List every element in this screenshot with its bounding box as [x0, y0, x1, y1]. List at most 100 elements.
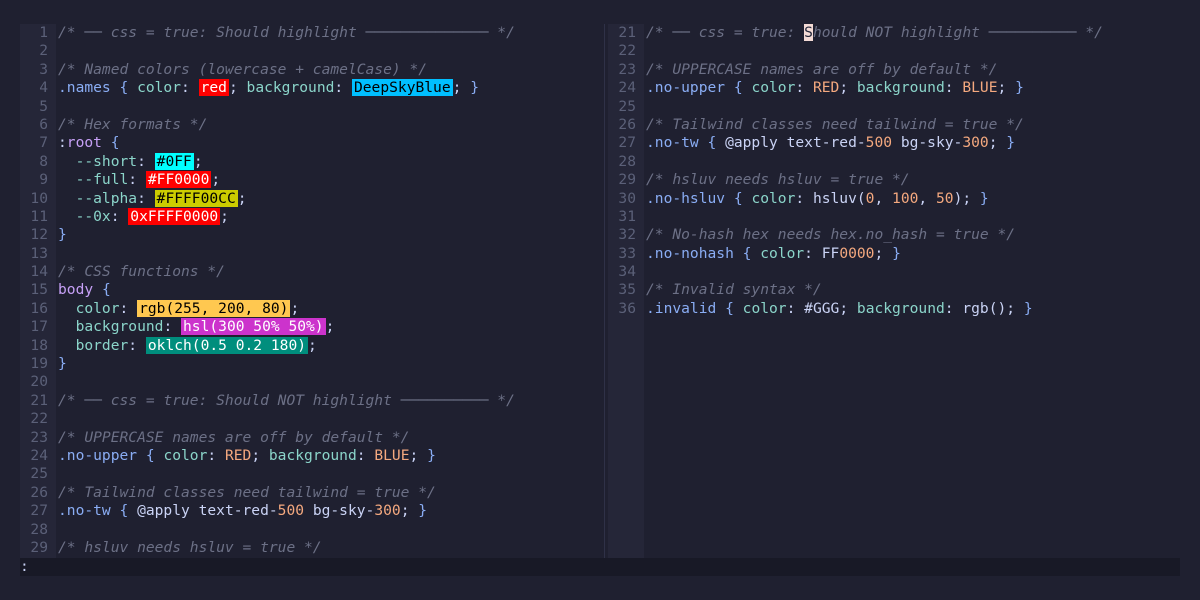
code-line[interactable]: 24 .no-upper { color: RED; background: BL… [20, 447, 604, 465]
code-line[interactable]: 29 /* hsluv needs hsluv = true */ [20, 539, 604, 557]
code-line[interactable]: 20 [20, 373, 604, 391]
command-line[interactable]: : [20, 558, 1180, 576]
code-token: ; [452, 79, 471, 97]
code-line[interactable]: 28 [608, 153, 1180, 171]
line-number: 24 [30, 446, 48, 464]
code-token: } [470, 79, 480, 97]
code-line[interactable]: 31 [608, 208, 1180, 226]
left-code-lines[interactable]: 1 /* ── css = true: Should highlight ────… [20, 24, 604, 557]
code-token: background [246, 79, 335, 97]
code-token: /* No-hash hex needs hex.no_hash = true … [646, 226, 1016, 244]
code-line[interactable]: 21 /* ── css = true: Should NOT highlight… [608, 24, 1180, 42]
code-line[interactable]: 33 .no-nohash { color: FF0000; } [608, 245, 1180, 263]
code-line[interactable]: 18 border: oklch(0.5 0.2 180); [20, 336, 604, 355]
code-line[interactable]: 13 [20, 245, 604, 263]
code-line[interactable]: 14 /* CSS functions */ [20, 263, 604, 281]
code-line[interactable]: 5 [20, 98, 604, 116]
code-line[interactable]: 12} [20, 226, 604, 244]
code-token: /* Invalid syntax */ [646, 281, 822, 299]
code-text: /* hsluv needs hsluv = true */ [646, 171, 910, 188]
code-token: , [918, 189, 936, 207]
code-text: /* Hex formats */ [58, 116, 207, 133]
code-token: ; [220, 207, 229, 225]
code-text: .invalid { color: #GGG; background: rgb(… [646, 300, 1033, 317]
code-text: .no-hsluv { color: hsluv(0, 100, 50); } [646, 190, 989, 207]
code-line[interactable]: 30 .no-hsluv { color: hsluv(0, 100, 50); … [608, 190, 1180, 208]
code-line[interactable]: 23 /* UPPERCASE names are off by default … [20, 429, 604, 447]
code-line[interactable]: 25 [20, 465, 604, 483]
code-token: { [110, 502, 138, 520]
code-token: { [716, 299, 743, 317]
code-token: bg-sky- [892, 134, 963, 152]
code-line[interactable]: 24 .no-upper { color: RED; background: BL… [608, 79, 1180, 97]
code-token: 300 [374, 502, 401, 520]
code-line[interactable]: 6 /* Hex formats */ [20, 116, 604, 134]
code-token: } [892, 244, 901, 262]
editor[interactable]: 1 /* ── css = true: Should highlight ────… [20, 24, 1180, 576]
code-token: ; [237, 189, 247, 207]
code-line[interactable]: 17 background: hsl(300 50% 50%); [20, 318, 604, 336]
code-line[interactable]: 36 .invalid { color: #GGG; background: rg… [608, 300, 1180, 318]
code-line[interactable]: 32 /* No-hash hex needs hex.no_hash = tru… [608, 226, 1180, 244]
color-swatch-highlight: #FF0000 [145, 171, 212, 189]
line-number: 29 [618, 171, 636, 189]
code-line[interactable]: 21 /* ── css = true: Should NOT highlight… [20, 392, 604, 410]
code-line[interactable]: 15 body { [20, 281, 604, 299]
code-token: .no-tw [58, 502, 111, 520]
left-split-pane[interactable]: 1 /* ── css = true: Should highlight ────… [20, 24, 604, 558]
code-line[interactable]: 25 [608, 98, 1180, 116]
code-token: : [334, 79, 352, 97]
code-line[interactable]: 7:root { [20, 134, 604, 152]
code-token: /* CSS functions */ [58, 263, 225, 281]
code-line[interactable]: 4 .names { color: red; background: DeepSk… [20, 79, 604, 97]
code-text: /* Tailwind classes need tailwind = true… [646, 116, 1024, 133]
code-token: color [742, 299, 787, 317]
code-token: --0x [58, 207, 111, 225]
code-line[interactable]: 9 --full: #FF0000; [20, 171, 604, 189]
right-code-lines[interactable]: 21 /* ── css = true: Should NOT highlight… [608, 24, 1180, 318]
code-line[interactable]: 10 --alpha: #FFFF00CC; [20, 189, 604, 208]
code-token: 500 [865, 134, 893, 152]
code-line[interactable]: 3 /* Named colors (lowercase + camelCase)… [20, 61, 604, 79]
code-line[interactable]: 11 --0x: 0xFFFF0000; [20, 207, 604, 226]
code-line[interactable]: 2 [20, 42, 604, 60]
code-line[interactable]: 22 [20, 410, 604, 428]
vertical-split-divider[interactable] [604, 24, 605, 558]
code-token: color [137, 79, 182, 97]
code-line[interactable]: 26 /* Tailwind classes need tailwind = tr… [608, 116, 1180, 134]
code-line[interactable]: 27 .no-tw { @apply text-red-500 bg-sky-30… [608, 134, 1180, 152]
code-token: color [751, 79, 796, 97]
code-token: ; [400, 502, 419, 520]
line-number: 21 [30, 391, 48, 409]
code-line[interactable]: 16 color: rgb(255, 200, 80); [20, 299, 604, 318]
code-line[interactable]: 29 /* hsluv needs hsluv = true */ [608, 171, 1180, 189]
code-line[interactable]: 22 [608, 42, 1180, 60]
code-token: --alpha [58, 189, 138, 207]
code-token: BLUE [962, 79, 998, 97]
code-line[interactable]: 34 [608, 263, 1180, 281]
code-token: } [979, 189, 989, 207]
right-split-pane[interactable]: 21 /* ── css = true: Should NOT highlight… [608, 24, 1180, 558]
code-token: : [786, 299, 805, 317]
code-line[interactable]: 8 --short: #0FF; [20, 152, 604, 171]
code-token: background [856, 79, 945, 97]
code-line[interactable]: 19} [20, 355, 604, 373]
code-line[interactable]: 35 /* Invalid syntax */ [608, 281, 1180, 299]
line-number: 14 [30, 263, 48, 281]
code-token: .invalid [646, 299, 717, 317]
code-line[interactable]: 1 /* ── css = true: Should highlight ────… [20, 24, 604, 42]
code-line[interactable]: 23 /* UPPERCASE names are off by default … [608, 61, 1180, 79]
code-token: ); [953, 189, 980, 207]
line-number: 8 [39, 152, 48, 170]
code-token: root [66, 134, 102, 152]
code-token: { [725, 79, 752, 97]
line-number: 32 [618, 226, 636, 244]
code-text: /* UPPERCASE names are off by default */ [646, 61, 997, 78]
code-line[interactable]: 28 [20, 521, 604, 539]
code-token: { [698, 134, 726, 152]
code-text: /* hsluv needs hsluv = true */ [58, 539, 322, 556]
line-number: 24 [618, 79, 636, 97]
code-line[interactable]: 27 .no-tw { @apply text-red-500 bg-sky-30… [20, 502, 604, 520]
code-token: /* UPPERCASE names are off by default */ [58, 428, 410, 446]
code-line[interactable]: 26 /* Tailwind classes need tailwind = tr… [20, 484, 604, 502]
